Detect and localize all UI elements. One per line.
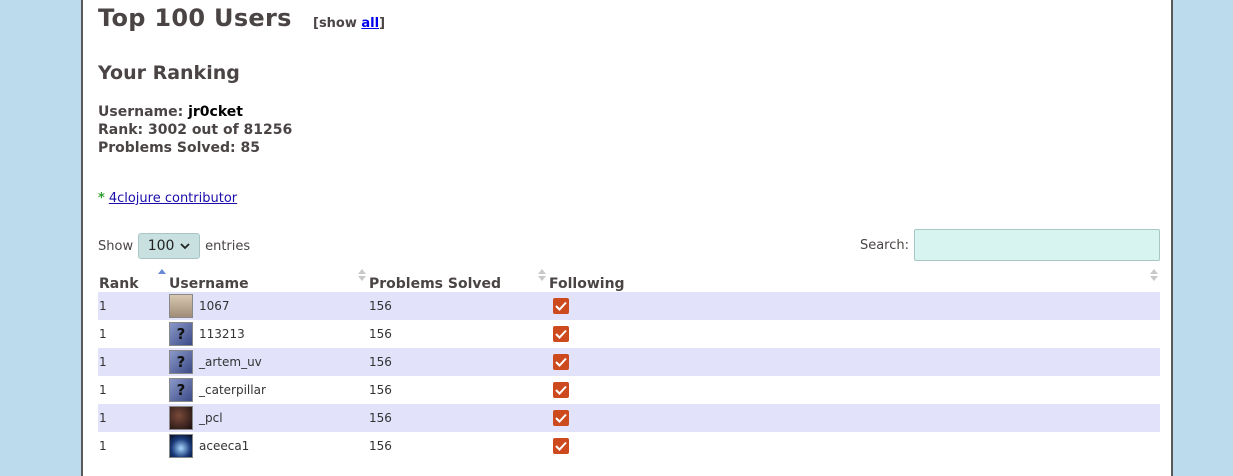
- table-body: 1 1067 156 1? 113213 156 1? _artem_uv 156 1? _cate…: [98, 292, 1160, 460]
- following-checkbox[interactable]: [553, 298, 569, 314]
- checkmark-icon: [555, 301, 567, 311]
- sort-both-icon: [1150, 269, 1158, 281]
- rank-cell: 1: [98, 432, 168, 460]
- checkmark-icon: [555, 413, 567, 423]
- following-checkbox[interactable]: [553, 354, 569, 370]
- problems-solved-cell: 156: [368, 376, 548, 404]
- table-row: 1 _pcl 156: [98, 404, 1160, 432]
- sort-both-icon: [358, 269, 366, 281]
- entries-select[interactable]: 100: [138, 233, 201, 259]
- problems-solved-line: Problems Solved: 85: [98, 140, 260, 156]
- following-checkbox[interactable]: [553, 438, 569, 454]
- username-cell: _pcl: [168, 404, 368, 432]
- avatar: [169, 434, 193, 458]
- problems-solved-cell: 156: [368, 432, 548, 460]
- search-input[interactable]: [914, 229, 1160, 261]
- rank-cell: 1: [98, 404, 168, 432]
- sort-ascending-icon: [158, 269, 166, 274]
- following-cell: [548, 376, 1160, 404]
- checkmark-icon: [555, 329, 567, 339]
- contributor-link[interactable]: 4clojure contributor: [109, 191, 237, 206]
- following-cell: [548, 404, 1160, 432]
- checkmark-icon: [555, 441, 567, 451]
- table-row: 1 1067 156: [98, 292, 1160, 320]
- username-line: Username: jr0cket: [98, 103, 292, 121]
- avatar: [169, 294, 193, 318]
- column-header-label: Rank: [99, 276, 139, 292]
- problems-solved-cell: 156: [368, 404, 548, 432]
- following-cell: [548, 320, 1160, 348]
- username-value: jr0cket: [188, 104, 243, 120]
- following-cell: [548, 292, 1160, 320]
- contributor-legend: * 4clojure contributor: [98, 191, 237, 206]
- chevron-down-icon: [180, 242, 191, 249]
- avatar-placeholder-icon: ?: [169, 350, 193, 374]
- search-control: Search:: [860, 229, 1160, 261]
- table-row: 1 aceeca1 156: [98, 432, 1160, 460]
- column-header-username[interactable]: Username: [168, 269, 368, 292]
- table-row: 1? _caterpillar 156: [98, 376, 1160, 404]
- show-all-suffix: ]: [379, 16, 386, 31]
- username-cell: ? _caterpillar: [168, 376, 368, 404]
- rank-cell: 1: [98, 320, 168, 348]
- following-cell: [548, 348, 1160, 376]
- column-header-label: Problems Solved: [369, 276, 502, 292]
- username-label: Username:: [98, 104, 189, 120]
- following-cell: [548, 432, 1160, 460]
- entries-select-value: 100: [147, 238, 175, 254]
- column-header-following[interactable]: Following: [548, 269, 1160, 292]
- username-cell: aceeca1: [168, 432, 368, 460]
- username-link[interactable]: _caterpillar: [199, 383, 266, 397]
- rank-cell: 1: [98, 376, 168, 404]
- username-link[interactable]: 1067: [199, 299, 230, 313]
- column-header-label: Username: [169, 276, 249, 292]
- page-title: Top 100 Users: [98, 4, 292, 32]
- avatar-placeholder-icon: ?: [169, 322, 193, 346]
- contributor-star-icon: *: [98, 191, 105, 206]
- show-all-link[interactable]: all: [361, 16, 379, 31]
- username-cell: ? _artem_uv: [168, 348, 368, 376]
- username-cell: 1067: [168, 292, 368, 320]
- rank-cell: 1: [98, 292, 168, 320]
- avatar-placeholder-icon: ?: [169, 378, 193, 402]
- search-label: Search:: [859, 237, 909, 253]
- ranking-info: Username: jr0cket Rank: 3002 out of 8125…: [98, 103, 292, 157]
- table-row: 1? _artem_uv 156: [98, 348, 1160, 376]
- rank-cell: 1: [98, 348, 168, 376]
- username-cell: ? 113213: [168, 320, 368, 348]
- show-label: Show: [98, 238, 134, 254]
- avatar: [169, 406, 193, 430]
- following-checkbox[interactable]: [553, 410, 569, 426]
- column-header-label: Following: [549, 276, 625, 292]
- entries-length-control: Show 100 entries: [98, 233, 250, 259]
- problems-solved-cell: 156: [368, 292, 548, 320]
- username-link[interactable]: _pcl: [199, 411, 223, 425]
- show-all-prefix: [show: [313, 16, 362, 31]
- problems-solved-cell: 156: [368, 348, 548, 376]
- rank-line: Rank: 3002 out of 81256: [98, 122, 293, 138]
- following-checkbox[interactable]: [553, 326, 569, 342]
- table-row: 1? 113213 156: [98, 320, 1160, 348]
- checkmark-icon: [555, 385, 567, 395]
- table-header-row: Rank Username Problems Solved Following: [98, 269, 1160, 292]
- following-checkbox[interactable]: [553, 382, 569, 398]
- users-table: Rank Username Problems Solved Following: [98, 269, 1160, 460]
- problems-solved-cell: 156: [368, 320, 548, 348]
- column-header-rank[interactable]: Rank: [98, 269, 168, 292]
- username-link[interactable]: 113213: [199, 327, 245, 341]
- username-link[interactable]: aceeca1: [199, 439, 249, 453]
- entries-label: entries: [205, 238, 251, 254]
- checkmark-icon: [555, 357, 567, 367]
- main-page: Top 100 Users [show all] Your Ranking Us…: [81, 0, 1173, 476]
- your-ranking-heading: Your Ranking: [98, 62, 240, 84]
- show-all-toggle: [show all]: [313, 16, 385, 31]
- username-link[interactable]: _artem_uv: [199, 355, 262, 369]
- sort-both-icon: [538, 269, 546, 281]
- column-header-problems-solved[interactable]: Problems Solved: [368, 269, 548, 292]
